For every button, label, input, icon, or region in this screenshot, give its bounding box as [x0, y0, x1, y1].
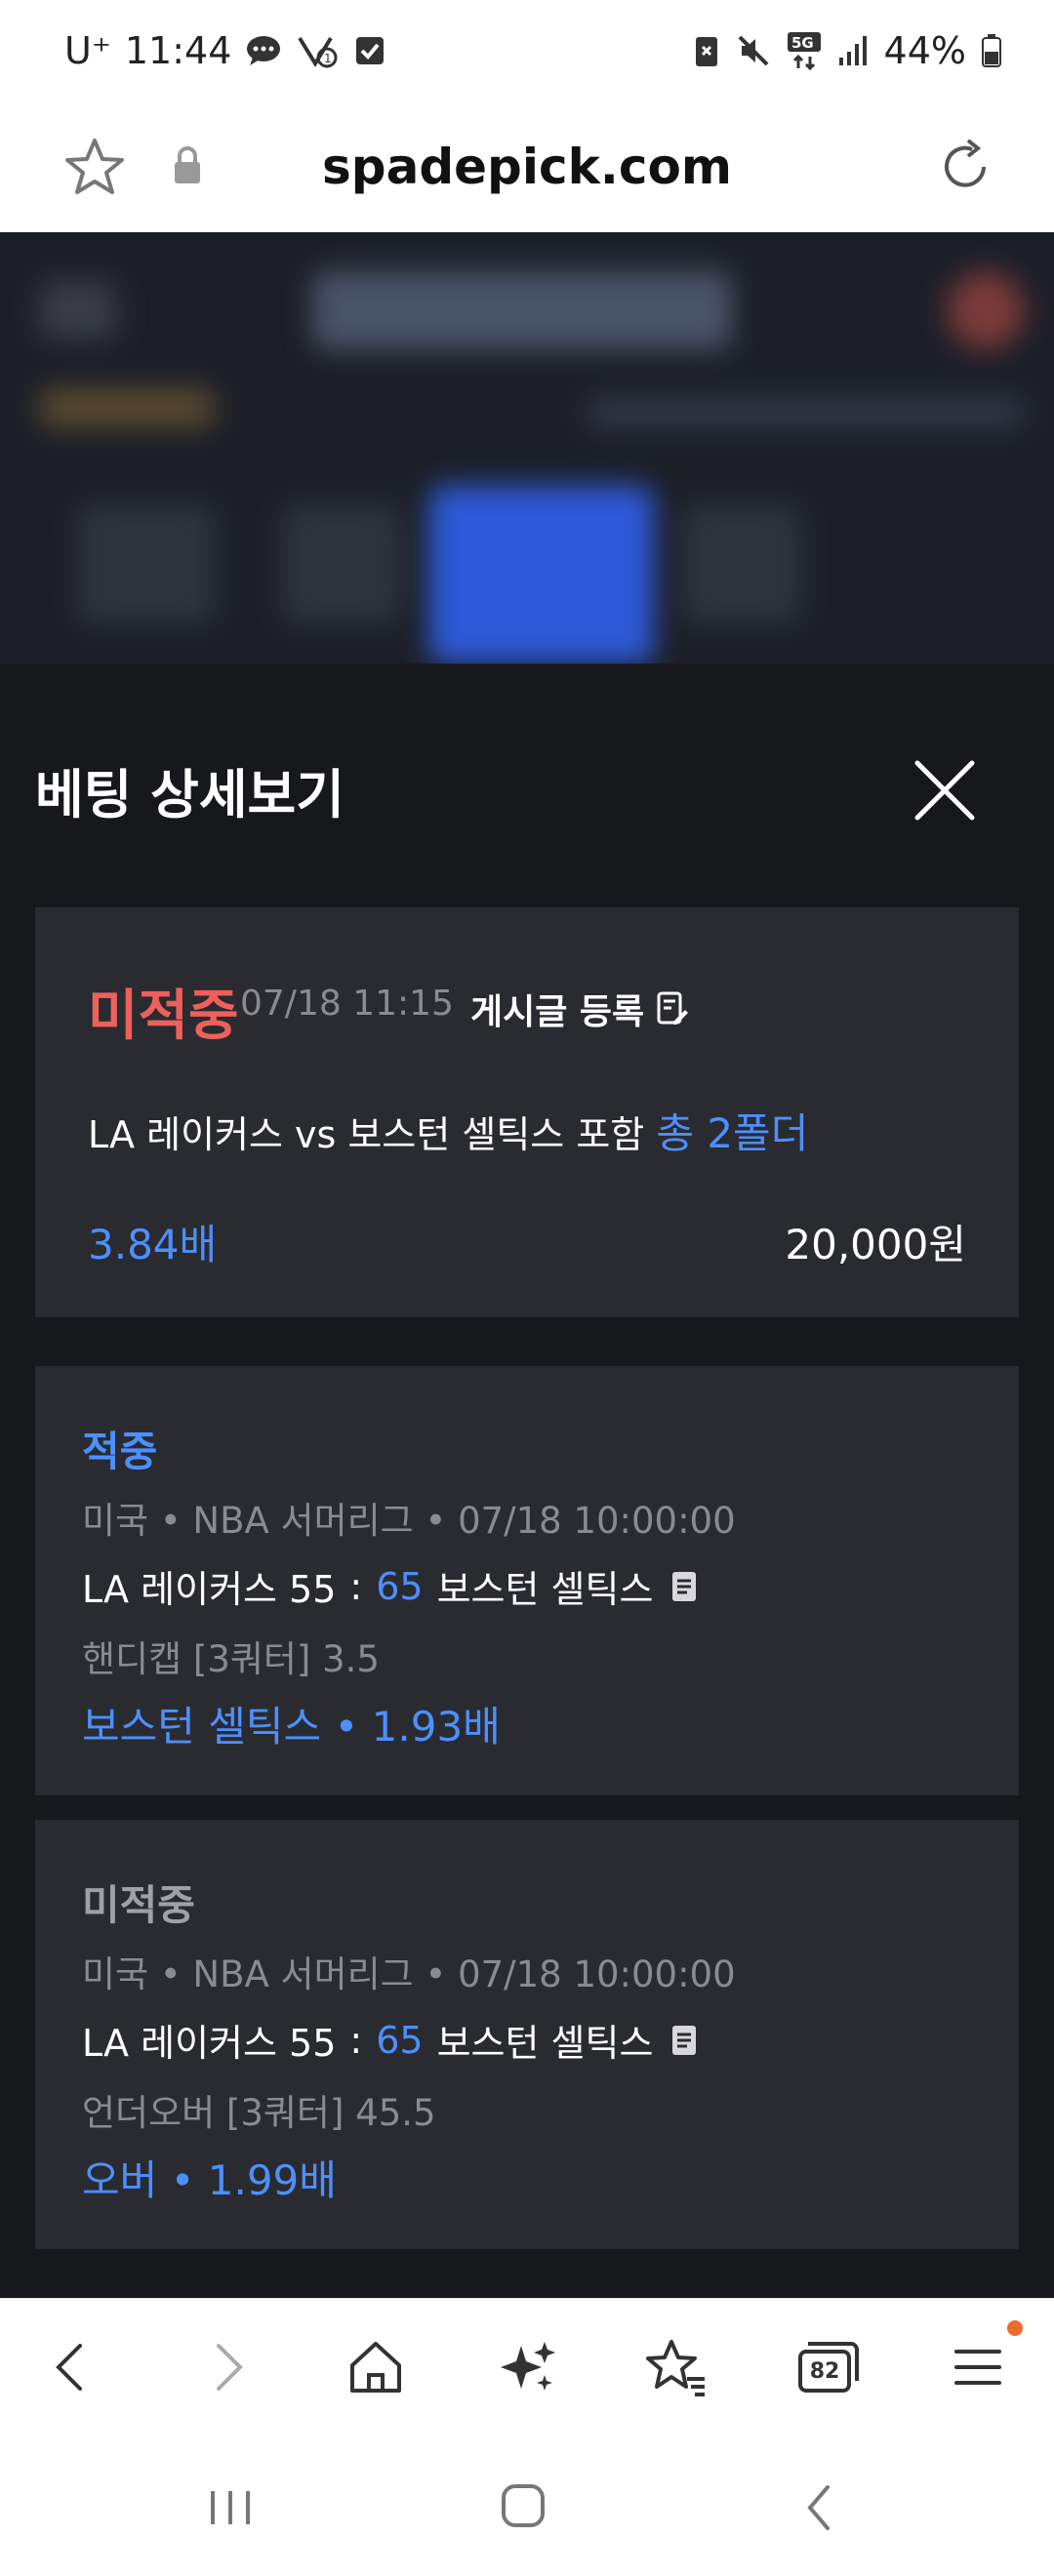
network-5g-icon: 5G — [787, 32, 821, 70]
bet-summary-card: 미적중 07/18 11:15 게시글 등록 LA 레이커스 vs 보스턴 셀틱… — [35, 907, 1019, 1317]
home-nav-icon[interactable] — [484, 2474, 562, 2542]
clock: 11:44 — [124, 29, 232, 72]
back-icon[interactable] — [33, 2328, 111, 2406]
svg-text:1: 1 — [324, 52, 332, 65]
leg-meta: 미국 • NBA 서머리그 • 07/18 10:00:00 — [82, 1500, 736, 1542]
leg-away-score: 65 — [376, 1564, 424, 1608]
blurred-profile — [947, 271, 1025, 349]
system-nav-bar — [0, 2429, 1054, 2576]
bet-detail-panel: 베팅 상세보기 미적중 07/18 11:15 게시글 등록 LA 레이커스 v… — [0, 664, 1054, 2298]
leg-home-team-score: LA 레이커스 55 — [82, 2022, 337, 2065]
leg-away-team: 보스턴 셀틱스 — [436, 1568, 654, 1611]
mute-icon — [738, 35, 768, 66]
chat-bubble-icon — [247, 36, 281, 65]
status-bar: U⁺ 11:44 1 5G 44% — [0, 0, 1054, 109]
leg-market: 핸디캡 [3쿼터] 3.5 — [82, 1638, 380, 1680]
hamburger-menu-icon — [954, 2350, 1001, 2385]
leg-home-team-score: LA 레이커스 55 — [82, 1568, 337, 1611]
summary-desc-text: LA 레이커스 vs 보스턴 셀틱스 포함 — [88, 1113, 645, 1156]
summary-folder-count: 총 2폴더 — [656, 1109, 809, 1157]
leg-pick: 오버 • 1.99배 — [82, 2156, 337, 2204]
forward-icon[interactable] — [187, 2328, 265, 2406]
leg-status: 미적중 — [82, 1881, 195, 1929]
background-page-blurred — [0, 232, 1054, 664]
leg-meta: 미국 • NBA 서머리그 • 07/18 10:00:00 — [82, 1953, 736, 1995]
document-icon[interactable] — [667, 1568, 702, 1605]
blurred-tab-active — [429, 486, 654, 664]
battery-icon — [982, 34, 1001, 67]
leg-score-separator: : — [349, 2018, 363, 2062]
leg-score: LA 레이커스 55 : 65 보스턴 셀틱스 — [82, 2013, 702, 2067]
edit-document-icon — [657, 991, 689, 1025]
leg-away-team: 보스턴 셀틱스 — [436, 2022, 654, 2065]
post-register-button[interactable]: 게시글 등록 — [470, 984, 689, 1034]
document-icon[interactable] — [667, 2022, 702, 2059]
menu-button[interactable] — [939, 2320, 1023, 2406]
summary-status: 미적중 — [88, 985, 239, 1048]
blurred-tab-1 — [78, 505, 215, 623]
sparkle-ai-icon[interactable] — [488, 2328, 566, 2406]
back-nav-icon[interactable] — [781, 2474, 859, 2542]
bookmarks-icon[interactable] — [636, 2328, 714, 2406]
home-icon[interactable] — [337, 2328, 415, 2406]
tabs-button[interactable]: 82 — [787, 2328, 865, 2406]
close-icon[interactable] — [908, 753, 982, 827]
reload-icon[interactable] — [931, 133, 999, 201]
bet-leg-card: 적중 미국 • NBA 서머리그 • 07/18 10:00:00 LA 레이커… — [35, 1366, 1019, 1795]
leg-market: 언더오버 [3쿼터] 45.5 — [82, 2092, 436, 2134]
blurred-tab-2 — [283, 505, 400, 623]
battery-percent: 44% — [883, 29, 966, 72]
summary-odds: 3.84배 — [88, 1221, 218, 1268]
notification-dot — [1007, 2320, 1023, 2336]
blurred-menu-icon — [39, 281, 117, 340]
blurred-logo — [312, 271, 732, 349]
svg-text:5G: 5G — [791, 34, 814, 52]
recent-apps-icon[interactable] — [191, 2474, 269, 2542]
leg-score: LA 레이커스 55 : 65 보스턴 셀틱스 — [82, 1559, 702, 1613]
carrier-label: U⁺ — [64, 29, 111, 72]
url-bar: spadepick.com — [0, 109, 1054, 233]
tab-count: 82 — [809, 2359, 840, 2384]
signal-icon — [838, 36, 867, 65]
post-register-label: 게시글 등록 — [470, 992, 645, 1032]
summary-time: 07/18 11:15 — [240, 984, 454, 1024]
leg-away-score: 65 — [376, 2018, 424, 2062]
leg-pick: 보스턴 셀틱스 • 1.93배 — [82, 1703, 501, 1751]
summary-amount: 20,000원 — [785, 1221, 966, 1268]
url-text[interactable]: spadepick.com — [0, 139, 1054, 195]
summary-description: LA 레이커스 vs 보스턴 셀틱스 포함 총 2폴더 — [88, 1101, 808, 1160]
panel-title: 베팅 상세보기 — [35, 764, 345, 825]
leg-status: 적중 — [82, 1428, 158, 1475]
blurred-ticker — [39, 388, 215, 427]
blurred-tab-4 — [683, 505, 800, 623]
notification-icon: 1 — [298, 36, 338, 68]
bet-leg-card: 미적중 미국 • NBA 서머리그 • 07/18 10:00:00 LA 레이… — [35, 1820, 1019, 2249]
battery-saver-icon — [695, 37, 717, 66]
blurred-links — [586, 398, 1025, 427]
browser-toolbar: 82 — [0, 2298, 1054, 2430]
leg-score-separator: : — [349, 1564, 363, 1608]
checkbox-icon — [356, 37, 385, 64]
